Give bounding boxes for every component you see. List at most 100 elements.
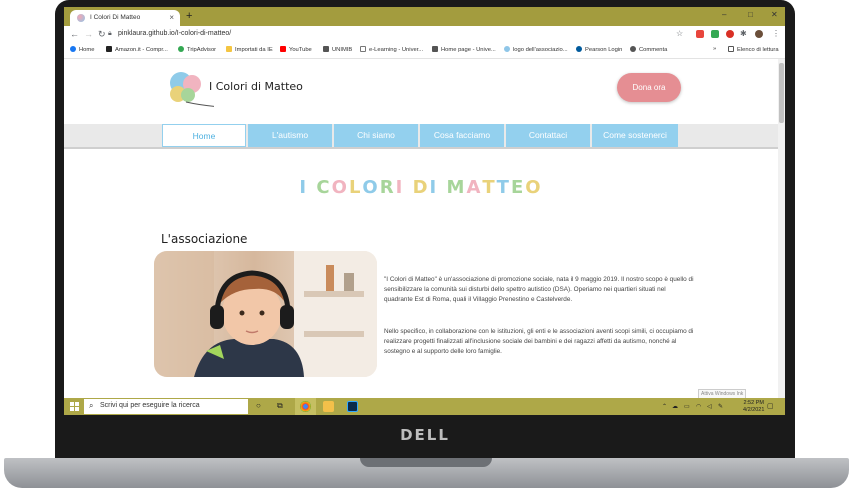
pearson-icon [576, 46, 582, 52]
menu-item-autismo[interactable]: L'autismo [248, 124, 332, 147]
extension-icon[interactable] [711, 30, 719, 38]
photoshop-icon[interactable] [347, 401, 358, 412]
cloud-icon[interactable]: ☁ [672, 403, 678, 410]
bookmark-item[interactable]: Amazon.it - Compr... [106, 46, 168, 53]
bookmark-label: Importati da IE [235, 47, 273, 53]
cortana-icon[interactable]: ○ [256, 401, 261, 410]
bookmark-item[interactable]: TripAdvisor [178, 46, 216, 53]
site-logo[interactable]: I Colori di Matteo [166, 67, 306, 111]
menu-item-home[interactable]: Home [162, 124, 246, 147]
image-icon [432, 46, 438, 52]
avatar[interactable] [755, 30, 763, 38]
bookmark-item[interactable]: Pearson Login [576, 46, 622, 53]
new-tab-button[interactable]: + [186, 10, 192, 22]
maximize-button[interactable]: □ [748, 10, 753, 19]
paragraph-intro: "I Colori di Matteo" è un'associazione d… [384, 276, 694, 303]
title-letter: O [331, 177, 349, 198]
title-letter: C [316, 177, 332, 198]
menu-item-chi-siamo[interactable]: Chi siamo [334, 124, 418, 147]
menu-kebab-icon[interactable]: ⋮ [772, 29, 780, 38]
scroll-thumb[interactable] [779, 63, 784, 123]
amazon-icon [106, 46, 112, 52]
windows-start-icon[interactable] [70, 402, 79, 411]
bookmark-item[interactable]: YouTube [280, 46, 312, 53]
search-placeholder: Scrivi qui per eseguire la ricerca [100, 402, 200, 409]
network-icon[interactable]: ◠ [696, 403, 701, 410]
bookmark-label: YouTube [289, 47, 312, 53]
bookmark-label: Amazon.it - Compr... [115, 47, 168, 53]
taskbar-search-input[interactable]: ⌕ Scrivi qui per eseguire la ricerca [84, 399, 248, 414]
tripadvisor-icon [178, 46, 184, 52]
lock-icon[interactable]: 🔒︎ [108, 30, 112, 38]
title-letter: D [412, 177, 430, 198]
reading-list-button[interactable]: Elenco di lettura [728, 46, 779, 53]
battery-icon[interactable]: ▭ [684, 403, 690, 410]
bookmark-item[interactable]: e-Learning - Univer... [360, 46, 423, 53]
title-letter: T [496, 177, 511, 198]
back-arrow-icon[interactable]: ← [70, 29, 79, 39]
bookmark-label: logo dell'associazio... [513, 47, 568, 53]
tray-chevron-icon[interactable]: ⌃ [662, 403, 667, 410]
tab-title: I Colori Di Matteo [90, 14, 141, 21]
bookmark-item[interactable]: Home page - Unive... [432, 46, 496, 53]
extension-icon[interactable] [726, 30, 734, 38]
youtube-icon [280, 46, 286, 52]
file-explorer-icon[interactable] [323, 401, 334, 412]
title-letter [438, 177, 446, 198]
volume-icon[interactable]: ◁ [707, 403, 712, 410]
title-letter: E [510, 177, 526, 198]
forward-arrow-icon[interactable]: → [84, 29, 93, 39]
globe-icon [630, 46, 636, 52]
bookmark-item[interactable]: Home [70, 46, 94, 53]
clock-date: 4/2/2021 [743, 407, 765, 413]
paragraph-mission: Nello specifico, in collaborazione con l… [384, 328, 694, 355]
title-letter: L [348, 177, 363, 198]
bookmark-item[interactable]: Importati da IE [226, 46, 273, 53]
taskbar-clock[interactable]: 2:52 PM 4/2/2021 [743, 400, 764, 414]
title-letter: A [466, 177, 483, 198]
menu-item-contattaci[interactable]: Contattaci [506, 124, 590, 147]
section-heading: L'associazione [161, 232, 248, 246]
title-letter: O [362, 177, 380, 198]
title-letter [308, 177, 316, 198]
extension-icon[interactable] [696, 30, 704, 38]
reload-icon[interactable]: ↻ [98, 29, 106, 40]
child-with-headphones-image [154, 251, 377, 377]
child-photo [154, 251, 377, 377]
notifications-icon[interactable]: ▢ [767, 402, 774, 410]
tab-close-icon[interactable]: × [169, 13, 174, 22]
title-letter: I [299, 177, 309, 198]
bookmark-label: Home page - Unive... [441, 47, 496, 53]
bookmark-item[interactable]: UNIMIB [323, 46, 352, 53]
logo-icon [504, 46, 510, 52]
title-letter: R [379, 177, 396, 198]
bookmark-item[interactable]: logo dell'associazio... [504, 46, 568, 53]
menu-item-cosa-facciamo[interactable]: Cosa facciamo [420, 124, 504, 147]
bookmark-star-icon[interactable]: ☆ [676, 29, 683, 38]
bookmark-label: Home [79, 47, 95, 53]
unimib-icon [323, 46, 329, 52]
bookmark-item[interactable]: Commenta [630, 46, 667, 53]
reading-list-icon [728, 46, 734, 52]
pen-icon[interactable]: ✎ [718, 403, 723, 410]
screen: I Colori Di Matteo × + – □ ✕ ← → ↻ 🔒︎ pi… [64, 7, 785, 415]
title-letter: I [429, 177, 439, 198]
browser-tab[interactable]: I Colori Di Matteo × [70, 10, 180, 26]
task-view-icon[interactable]: ⧉ [277, 401, 283, 411]
doc-icon [360, 46, 366, 52]
puzzle-icon[interactable]: ✱ [740, 29, 747, 38]
url-field[interactable]: pinklaura.github.io/I-colori-di-matteo/ [118, 30, 231, 37]
close-window-button[interactable]: ✕ [771, 10, 778, 19]
chrome-icon[interactable] [300, 401, 311, 412]
page-scrollbar[interactable] [778, 59, 785, 398]
menu-item-come-sostenerci[interactable]: Come sostenerci [592, 124, 678, 147]
facebook-icon [70, 46, 76, 52]
main-menu: Home L'autismo Chi siamo Cosa facciamo C… [162, 124, 680, 147]
bookmarks-more-icon[interactable]: » [713, 46, 716, 52]
logo-text: I Colori di Matteo [209, 80, 303, 93]
bookmark-label: e-Learning - Univer... [369, 47, 424, 53]
minimize-button[interactable]: – [722, 10, 726, 19]
address-bar-row: ← → ↻ 🔒︎ pinklaura.github.io/I-colori-di… [64, 26, 785, 43]
balloons-logo-icon [170, 72, 299, 109]
donate-button[interactable]: Dona ora [617, 73, 681, 102]
